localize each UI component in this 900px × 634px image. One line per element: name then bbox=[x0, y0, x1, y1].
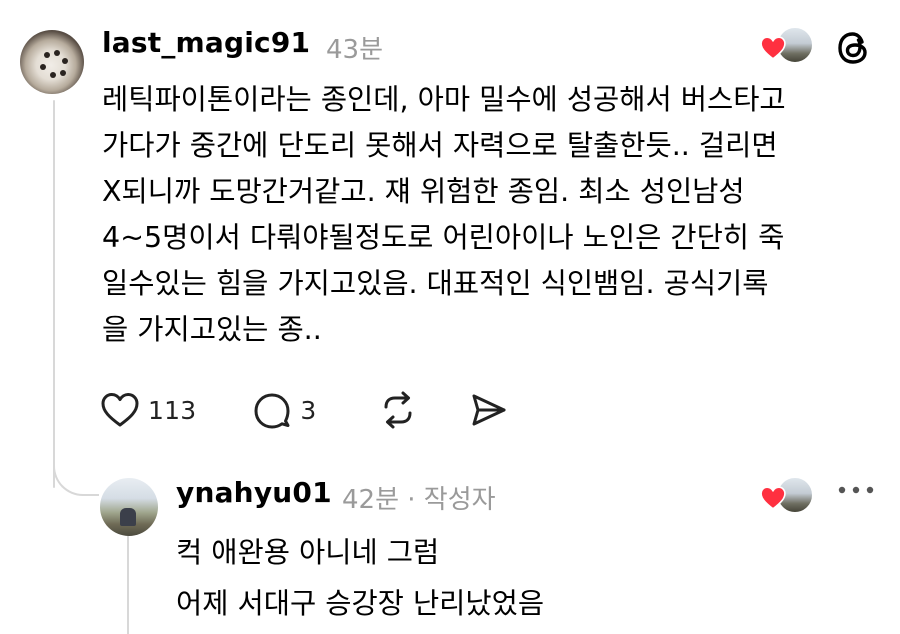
repost-icon bbox=[384, 391, 412, 429]
comment-body-line: 4~5명이서 다뤄야될정도로 어린아이나 노인은 간단히 죽 bbox=[102, 221, 785, 254]
reply-liked-by-author-badge bbox=[760, 476, 814, 514]
reply-connector-curve bbox=[53, 440, 99, 496]
heart-outline-icon bbox=[101, 393, 139, 427]
more-horizontal-icon[interactable] bbox=[833, 480, 879, 500]
reply-thread-line bbox=[127, 536, 129, 634]
reply-count: 3 bbox=[300, 395, 317, 425]
comment-body-line: 을 가지고있는 종.. bbox=[102, 313, 322, 346]
comment-username[interactable]: last_magic91 bbox=[102, 26, 310, 59]
speech-bubble-icon bbox=[254, 393, 290, 429]
heart-filled-icon bbox=[760, 486, 786, 510]
comment-body-line: X되니까 도망간거같고. 쟤 위험한 종임. 최소 성인남성 bbox=[102, 175, 745, 208]
comment-timestamp: 43분 bbox=[326, 35, 384, 65]
like-count: 113 bbox=[148, 395, 197, 425]
liked-by-author-badge bbox=[760, 26, 814, 64]
reply-username[interactable]: ynahyu01 bbox=[176, 476, 332, 509]
send-icon bbox=[472, 394, 506, 426]
comment-body-line: 레틱파이톤이라는 종인데, 아마 밀수에 성공해서 버스타고 bbox=[102, 83, 786, 116]
comment-action-bar: 113 3 bbox=[100, 388, 508, 432]
reply-button[interactable]: 3 bbox=[252, 390, 316, 430]
share-button[interactable] bbox=[468, 390, 508, 430]
heart-filled-icon bbox=[760, 36, 786, 60]
repost-button[interactable] bbox=[378, 390, 418, 430]
reply-body: 컥 애완용 아니네 그럼 어제 서대구 승강장 난리났었음 bbox=[176, 527, 544, 629]
threads-logo-icon[interactable] bbox=[833, 28, 873, 68]
reply-avatar[interactable] bbox=[100, 478, 158, 536]
avatar[interactable] bbox=[20, 30, 84, 94]
thread-connector-line bbox=[53, 100, 55, 488]
comment-body-line: 가다가 중간에 단도리 못해서 자력으로 탈출한듯.. 걸리면 bbox=[102, 129, 778, 162]
reply-body-line: 컥 애완용 아니네 그럼 bbox=[176, 536, 440, 569]
like-button[interactable]: 113 bbox=[100, 391, 196, 429]
comment-body: 레틱파이톤이라는 종인데, 아마 밀수에 성공해서 버스타고 가다가 중간에 단… bbox=[102, 77, 892, 353]
reply-timestamp: 42분 · 작성자 bbox=[342, 485, 496, 515]
comment-body-line: 일수있는 힘을 가지고있음. 대표적인 식인뱀임. 공식기록 bbox=[102, 267, 769, 300]
reply-body-line: 어제 서대구 승강장 난리났었음 bbox=[176, 587, 545, 620]
